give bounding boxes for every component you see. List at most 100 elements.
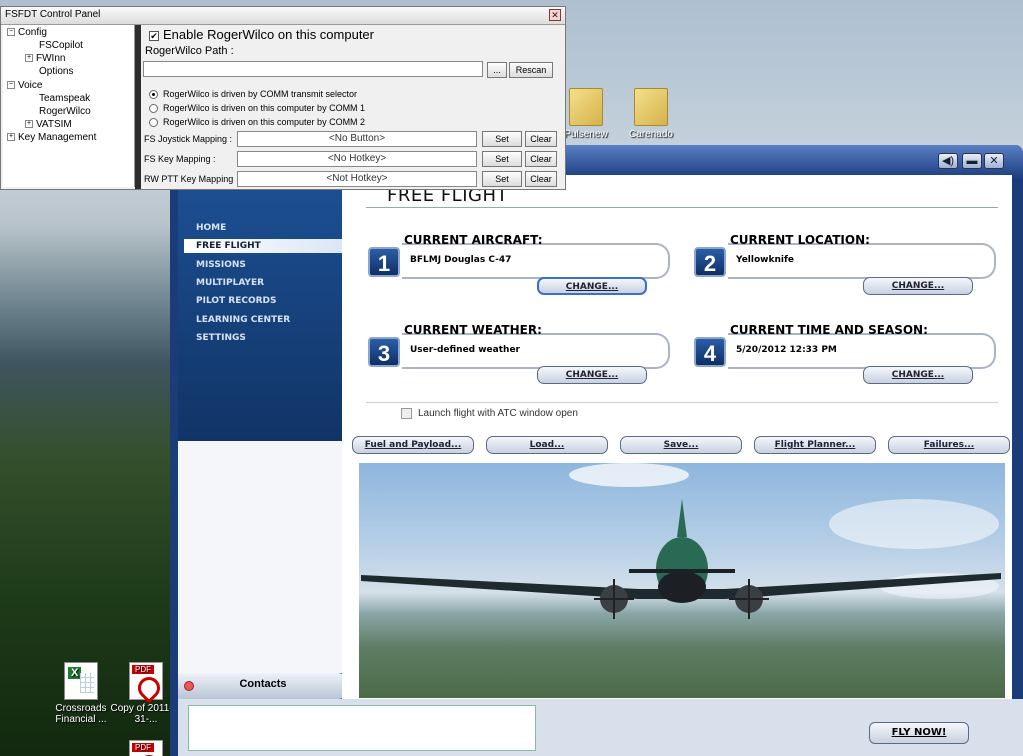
folder-icon [569, 88, 603, 126]
collapse-icon[interactable]: − [7, 81, 15, 90]
nav-pilot-records[interactable]: PILOT RECORDS [196, 296, 277, 306]
radio-label: RogerWilco is driven on this computer by… [163, 103, 366, 113]
nav-learning-center[interactable]: LEARNING CENTER [196, 315, 290, 325]
browse-button[interactable]: ... [487, 62, 507, 78]
ptt-mapping-field[interactable]: <Not Hotkey> [237, 171, 477, 187]
excel-file-icon [64, 662, 98, 700]
aircraft-preview-image [359, 463, 1005, 698]
card-number: 4 [694, 337, 726, 367]
card-number: 2 [694, 247, 726, 277]
radio-button[interactable] [149, 118, 158, 128]
tree-label: Options [39, 66, 74, 77]
enable-label: Enable RogerWilco on this computer [163, 27, 374, 42]
tree-label: Config [18, 27, 47, 38]
chat-input-box[interactable] [188, 705, 536, 751]
tree-item-rogerwilco[interactable]: RogerWilco [39, 106, 91, 117]
contacts-panel-toggle[interactable]: Contacts [178, 673, 348, 699]
pdf-file-icon [129, 662, 163, 700]
radio-label: RogerWilco is driven by COMM transmit se… [163, 89, 358, 99]
change-weather-button[interactable]: CHANGE... [537, 366, 647, 384]
contacts-label: Contacts [239, 678, 287, 690]
ptt-set-button[interactable]: Set [482, 171, 522, 187]
tree-label: Key Management [18, 132, 97, 143]
expand-icon[interactable]: + [25, 120, 33, 129]
rogerwilco-settings: ✔ Enable RogerWilco on this computer Roge… [141, 25, 565, 189]
radio-button[interactable] [149, 104, 158, 114]
mapping-label-key: FS Key Mapping : [144, 154, 216, 164]
card-label: CURRENT LOCATION: [730, 233, 870, 247]
rescan-button[interactable]: Rescan [509, 62, 553, 78]
atc-checkbox[interactable] [401, 408, 412, 419]
tree-item-key-management[interactable]: + Key Management [7, 132, 96, 143]
folder-icon [634, 88, 668, 126]
card-value: User-defined weather [410, 345, 520, 355]
tree-item-teamspeak[interactable]: Teamspeak [39, 93, 90, 104]
tree-item-fwinn[interactable]: + FWInn [25, 53, 65, 64]
nav-settings[interactable]: SETTINGS [196, 333, 246, 343]
desktop-icon-label: Carenado [629, 129, 673, 140]
key-mapping-field[interactable]: <No Hotkey> [237, 151, 477, 167]
card-value: BFLMJ Douglas C-47 [410, 255, 512, 265]
collapse-icon[interactable]: − [7, 28, 15, 37]
fsfdt-control-panel-window: FSFDT Control Panel ✕ − Config FSCopilot … [0, 6, 566, 190]
load-button[interactable]: Load... [486, 436, 608, 454]
desktop-icon-label: Crossroads Financial ... [55, 703, 107, 725]
sidebar-lower-panel [178, 441, 342, 673]
desktop-icon-crossroads[interactable]: Crossroads Financial ... [45, 662, 117, 725]
settings-tree: − Config FSCopilot + FWInn Options − Voice … [3, 25, 135, 187]
tree-item-options[interactable]: Options [39, 66, 73, 77]
radio-comm2[interactable]: RogerWilco is driven on this computer by… [149, 117, 366, 128]
path-label: RogerWilco Path : [145, 45, 234, 57]
sound-icon[interactable]: ◀) [938, 153, 958, 169]
key-set-button[interactable]: Set [482, 151, 522, 167]
title-divider [366, 207, 998, 208]
nav-missions[interactable]: MISSIONS [196, 260, 246, 270]
radio-label: RogerWilco is driven on this computer by… [163, 117, 366, 127]
radio-comm1[interactable]: RogerWilco is driven on this computer by… [149, 103, 366, 114]
fly-now-button[interactable]: FLY NOW! [869, 722, 969, 744]
tree-item-vatsim[interactable]: + VATSIM [25, 119, 72, 130]
desktop-icon-carenado[interactable]: Carenado [615, 88, 687, 140]
change-location-button[interactable]: CHANGE... [863, 277, 973, 295]
section-divider [366, 402, 998, 403]
key-clear-button[interactable]: Clear [525, 151, 557, 167]
change-time-button[interactable]: CHANGE... [863, 366, 973, 384]
enable-rogerwilco-option[interactable]: ✔ Enable RogerWilco on this computer [149, 27, 374, 42]
tree-item-voice[interactable]: − Voice [7, 80, 42, 91]
tree-label: Voice [18, 80, 43, 91]
card-value: 5/20/2012 12:33 PM [736, 345, 837, 355]
fuel-payload-button[interactable]: Fuel and Payload... [352, 436, 474, 454]
failures-button[interactable]: Failures... [888, 436, 1010, 454]
nav-free-flight[interactable]: FREE FLIGHT [184, 239, 344, 253]
change-aircraft-button[interactable]: CHANGE... [537, 277, 647, 295]
tree-item-config[interactable]: − Config [7, 27, 47, 38]
radio-button[interactable] [149, 90, 158, 100]
nav-multiplayer[interactable]: MULTIPLAYER [196, 278, 264, 288]
ptt-clear-button[interactable]: Clear [525, 171, 557, 187]
minimize-button[interactable]: ▬ [962, 153, 982, 169]
joystick-mapping-field[interactable]: <No Button> [237, 131, 477, 147]
mapping-label-ptt: RW PTT Key Mapping [144, 174, 234, 184]
dc3-aircraft-icon [361, 499, 1001, 619]
expand-icon[interactable]: + [7, 133, 15, 142]
pdf-file-icon [129, 740, 163, 756]
tree-item-fscopilot[interactable]: FSCopilot [39, 40, 83, 51]
tree-label: VATSIM [36, 119, 72, 130]
joystick-clear-button[interactable]: Clear [525, 131, 557, 147]
card-label: CURRENT WEATHER: [404, 323, 542, 337]
joystick-set-button[interactable]: Set [482, 131, 522, 147]
tree-label: FWInn [36, 53, 66, 64]
expand-icon[interactable]: + [25, 54, 33, 63]
nav-home[interactable]: HOME [196, 223, 226, 233]
enable-checkbox[interactable]: ✔ [149, 31, 159, 41]
close-button[interactable]: ✕ [984, 153, 1004, 169]
tree-label: RogerWilco [39, 106, 91, 117]
atc-option[interactable]: Launch flight with ATC window open [401, 408, 578, 419]
close-icon[interactable]: ✕ [549, 9, 561, 21]
save-button[interactable]: Save... [620, 436, 742, 454]
mapping-label-joystick: FS Joystick Mapping : [144, 134, 233, 144]
window-title: FSFDT Control Panel [1, 7, 565, 25]
rogerwilco-path-field[interactable] [143, 61, 483, 77]
flight-planner-button[interactable]: Flight Planner... [754, 436, 876, 454]
radio-comm-transmit[interactable]: RogerWilco is driven by COMM transmit se… [149, 89, 358, 100]
